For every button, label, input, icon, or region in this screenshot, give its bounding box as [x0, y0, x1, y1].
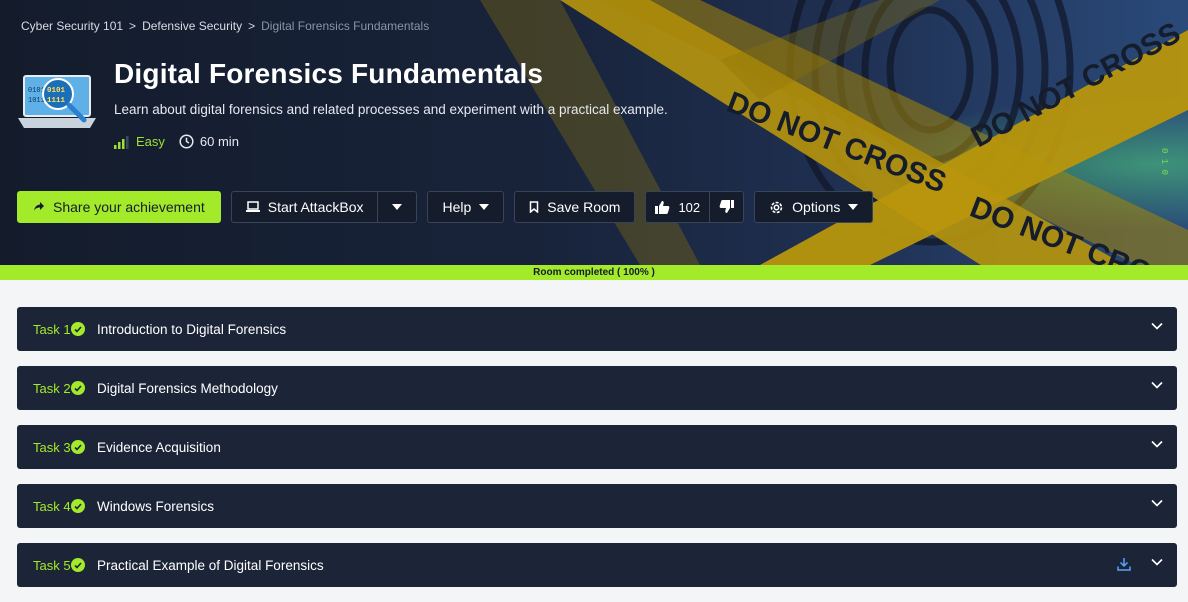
check-circle-icon	[71, 322, 85, 336]
svg-text:0101: 0101	[47, 87, 66, 95]
share-achievement-label: Share your achievement	[53, 199, 205, 215]
page-title: Digital Forensics Fundamentals	[114, 58, 544, 89]
task-title: Introduction to Digital Forensics	[97, 321, 287, 337]
difficulty-label: Easy	[136, 134, 165, 149]
difficulty-bars-icon	[114, 135, 129, 149]
caret-down-icon	[392, 204, 403, 210]
task-list: Task 1 Introduction to Digital Forensics…	[17, 307, 1177, 602]
svg-text:1111: 1111	[47, 97, 66, 105]
clock-icon	[179, 134, 194, 149]
caret-down-icon	[479, 204, 490, 210]
task-title: Practical Example of Digital Forensics	[97, 557, 324, 573]
bookmark-icon	[530, 201, 539, 213]
help-label: Help	[442, 199, 472, 215]
check-circle-icon	[71, 558, 85, 572]
laptop-icon	[245, 201, 260, 212]
dislike-button[interactable]	[709, 192, 743, 222]
room-progress-bar: Room completed ( 100% )	[0, 265, 1188, 280]
hero-background-art: DO NOT CROSS DO NOT CROSS DO NOT CROSS 0…	[0, 0, 1188, 265]
check-circle-icon	[71, 499, 85, 513]
laptop-binary-magnifier-icon: 01010 10111 0101 1111	[18, 75, 96, 128]
breadcrumb-item-course[interactable]: Cyber Security 101	[21, 19, 123, 33]
progress-label: Room completed ( 100% )	[533, 267, 655, 278]
task-title: Evidence Acquisition	[97, 439, 221, 455]
breadcrumb-separator: >	[248, 19, 256, 33]
options-label: Options	[792, 199, 841, 215]
check-circle-icon	[71, 381, 85, 395]
save-room-button[interactable]: Save Room	[514, 191, 636, 223]
task-row-4[interactable]: Task 4 Windows Forensics	[17, 484, 1177, 528]
room-header: DO NOT CROSS DO NOT CROSS DO NOT CROSS 0…	[0, 0, 1188, 265]
chevron-down-icon[interactable]	[1151, 499, 1163, 507]
caret-down-icon	[848, 204, 859, 210]
task-title: Digital Forensics Methodology	[97, 380, 278, 396]
options-button[interactable]: Options	[754, 191, 874, 223]
task-row-5[interactable]: Task 5 Practical Example of Digital Fore…	[17, 543, 1177, 587]
task-title: Windows Forensics	[97, 498, 215, 514]
gear-icon	[770, 201, 783, 213]
chevron-down-icon[interactable]	[1151, 322, 1163, 330]
task-row-2[interactable]: Task 2 Digital Forensics Methodology	[17, 366, 1177, 410]
help-button[interactable]: Help	[427, 191, 505, 223]
save-room-label: Save Room	[547, 199, 621, 215]
task-row-3[interactable]: Task 3 Evidence Acquisition	[17, 425, 1177, 469]
vote-button-group: 102	[645, 191, 745, 223]
duration-label: 60 min	[199, 134, 239, 149]
download-icon[interactable]	[1117, 557, 1131, 571]
start-attackbox-button[interactable]: Start AttackBox	[232, 192, 378, 222]
room-description: Learn about digital forensics and relate…	[114, 102, 668, 117]
attackbox-dropdown-button[interactable]	[377, 192, 416, 222]
like-count: 102	[678, 199, 701, 215]
start-attackbox-label: Start AttackBox	[267, 199, 364, 215]
task-row-1[interactable]: Task 1 Introduction to Digital Forensics	[17, 307, 1177, 351]
attackbox-button-group: Start AttackBox	[230, 191, 418, 223]
like-button[interactable]: 102	[646, 192, 709, 222]
thumbs-up-icon	[655, 201, 670, 214]
thumbs-down-icon	[719, 200, 735, 213]
share-icon	[34, 202, 44, 211]
room-meta: Easy 60 min	[114, 134, 239, 149]
breadcrumb-separator: >	[129, 19, 137, 33]
breadcrumb-item-module[interactable]: Defensive Security	[142, 19, 242, 33]
chevron-down-icon[interactable]	[1151, 381, 1163, 389]
binary-text: 0 1 0	[1159, 148, 1169, 175]
chevron-down-icon[interactable]	[1151, 558, 1163, 566]
share-achievement-button[interactable]: Share your achievement	[17, 191, 221, 223]
room-actions: Share your achievement Start AttackBox H…	[17, 191, 874, 223]
breadcrumb-item-current: Digital Forensics Fundamentals	[261, 19, 430, 33]
check-circle-icon	[71, 440, 85, 454]
breadcrumb: Cyber Security 101 > Defensive Security …	[21, 19, 429, 33]
chevron-down-icon[interactable]	[1151, 440, 1163, 448]
